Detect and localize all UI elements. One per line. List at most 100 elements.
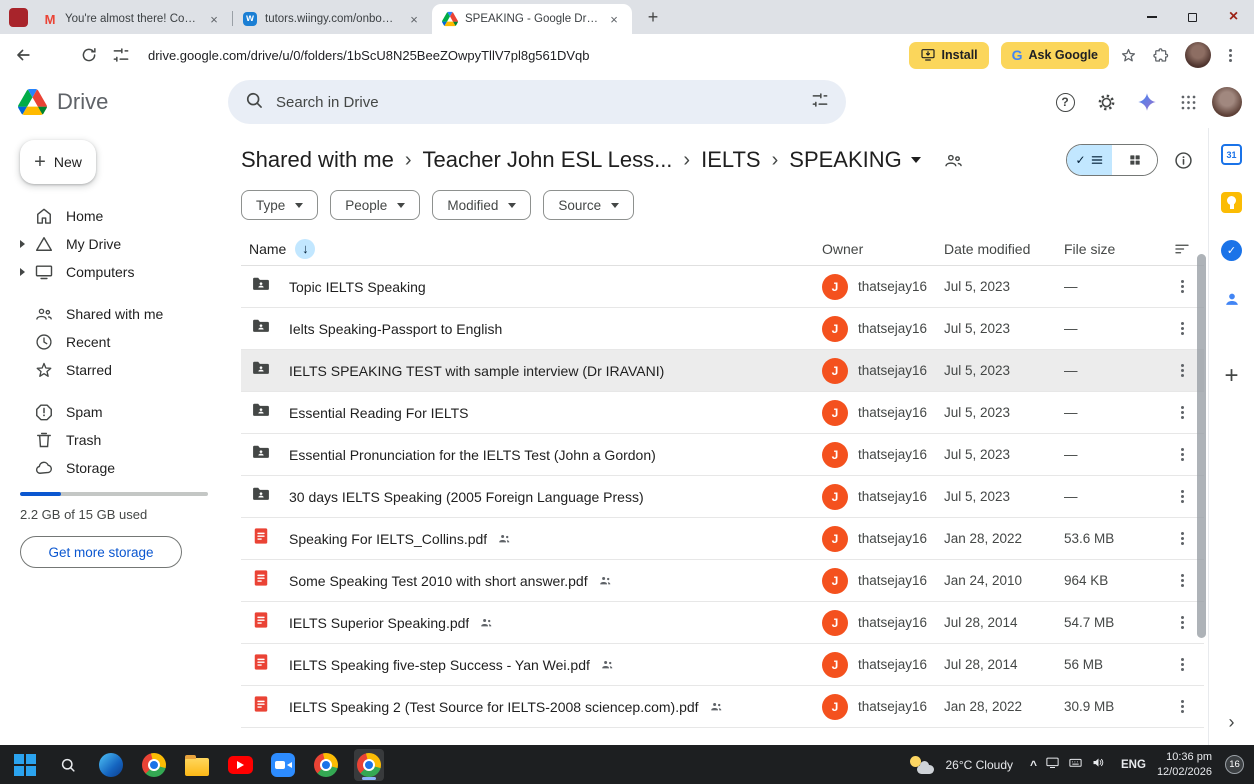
row-menu-icon[interactable] — [1181, 621, 1184, 624]
breadcrumb-item-shared-with-me[interactable]: Shared with me — [241, 147, 394, 173]
sidebar-item-home[interactable]: Home — [0, 202, 228, 230]
column-name[interactable]: Name ↓ — [241, 239, 822, 259]
extensions-icon[interactable] — [1147, 42, 1173, 68]
taskbar-app-youtube[interactable] — [225, 749, 255, 781]
taskbar-app-explorer[interactable] — [182, 749, 212, 781]
file-row[interactable]: IELTS SPEAKING TEST with sample intervie… — [241, 350, 1204, 392]
keep-icon[interactable] — [1221, 192, 1242, 213]
bookmark-star-icon[interactable] — [1115, 42, 1141, 68]
row-menu-icon[interactable] — [1181, 411, 1184, 414]
breadcrumb-item-teacher-john-esl-less[interactable]: Teacher John ESL Less... — [423, 147, 673, 173]
sidebar-item-trash[interactable]: Trash — [0, 426, 228, 454]
taskbar-search-icon[interactable] — [53, 749, 83, 781]
filter-chip-people[interactable]: People — [330, 190, 420, 220]
volume-icon[interactable] — [1091, 755, 1106, 775]
file-row[interactable]: IELTS Speaking five-step Success - Yan W… — [241, 644, 1204, 686]
breadcrumb-item-ielts[interactable]: IELTS — [701, 147, 761, 173]
filter-chip-type[interactable]: Type — [241, 190, 318, 220]
taskbar-app-chrome[interactable] — [311, 749, 341, 781]
calendar-icon[interactable]: 31 — [1221, 144, 1242, 165]
share-members-icon[interactable] — [943, 150, 964, 171]
taskbar-app-edge[interactable] — [96, 749, 126, 781]
start-button[interactable] — [10, 749, 40, 781]
row-menu-icon[interactable] — [1181, 579, 1184, 582]
minimize-button[interactable] — [1131, 0, 1172, 34]
browser-profile-avatar[interactable] — [1185, 42, 1211, 68]
drive-logo-area[interactable]: Drive — [0, 89, 228, 115]
url-bar[interactable]: drive.google.com/drive/u/0/folders/1bScU… — [148, 48, 897, 63]
ask-google-button[interactable]: G Ask Google — [1001, 42, 1109, 69]
taskbar-app-chrome[interactable] — [139, 749, 169, 781]
file-row[interactable]: 30 days IELTS Speaking (2005 Foreign Lan… — [241, 476, 1204, 518]
hidden-icons-chevron[interactable]: ^ — [1030, 758, 1037, 772]
get-more-storage-button[interactable]: Get more storage — [20, 536, 182, 568]
sidebar-item-shared-with-me[interactable]: Shared with me — [0, 300, 228, 328]
search-input[interactable] — [276, 94, 798, 111]
expand-chevron-icon[interactable] — [20, 268, 34, 276]
file-row[interactable]: Topic IELTS SpeakingJthatsejay16Jul 5, 2… — [241, 266, 1204, 308]
filter-chip-source[interactable]: Source — [543, 190, 634, 220]
search-options-icon[interactable] — [810, 90, 830, 115]
notification-badge[interactable]: 16 — [1225, 755, 1244, 774]
column-size[interactable]: File size — [1064, 241, 1160, 257]
sidebar-item-spam[interactable]: Spam — [0, 398, 228, 426]
row-menu-icon[interactable] — [1181, 705, 1184, 708]
row-menu-icon[interactable] — [1181, 663, 1184, 666]
new-button[interactable]: + New — [20, 140, 96, 184]
row-menu-icon[interactable] — [1181, 327, 1184, 330]
browser-tab[interactable]: w tutors.wiingy.com/onboarding × — [232, 4, 432, 34]
gemini-sparkle-icon[interactable] — [1130, 85, 1164, 119]
column-owner[interactable]: Owner — [822, 241, 944, 257]
touch-keyboard-icon[interactable] — [1068, 755, 1083, 775]
column-modified[interactable]: Date modified — [944, 241, 1064, 257]
apps-grid-icon[interactable] — [1171, 85, 1205, 119]
sidebar-item-storage[interactable]: Storage — [0, 454, 228, 482]
cast-icon[interactable] — [1045, 755, 1060, 775]
maximize-button[interactable] — [1172, 0, 1213, 34]
browser-menu-icon[interactable] — [1229, 54, 1232, 57]
site-info-icon[interactable] — [108, 42, 134, 68]
file-row[interactable]: Essential Pronunciation for the IELTS Te… — [241, 434, 1204, 476]
sort-descending-icon[interactable]: ↓ — [295, 239, 315, 259]
details-icon[interactable] — [1173, 150, 1194, 171]
new-tab-button[interactable]: + — [640, 4, 666, 30]
search-bar[interactable] — [228, 80, 846, 124]
tasks-icon[interactable]: ✓ — [1221, 240, 1242, 261]
file-row[interactable]: IELTS Superior Speaking.pdfJthatsejay16J… — [241, 602, 1204, 644]
tab-close-icon[interactable]: × — [406, 11, 422, 27]
contacts-icon[interactable] — [1221, 288, 1242, 309]
collapse-panel-icon[interactable]: › — [1229, 712, 1235, 733]
weather-icon[interactable] — [910, 755, 934, 775]
account-avatar[interactable] — [1212, 87, 1242, 117]
tab-close-icon[interactable]: × — [606, 11, 622, 27]
file-row[interactable]: Speaking For IELTS_Collins.pdfJthatsejay… — [241, 518, 1204, 560]
sidebar-item-my-drive[interactable]: My Drive — [0, 230, 228, 258]
row-menu-icon[interactable] — [1181, 537, 1184, 540]
filter-chip-modified[interactable]: Modified — [432, 190, 531, 220]
file-row[interactable]: Ielts Speaking-Passport to EnglishJthats… — [241, 308, 1204, 350]
browser-tab[interactable]: SPEAKING - Google Drive × — [432, 4, 632, 34]
sidebar-item-computers[interactable]: Computers — [0, 258, 228, 286]
vertical-scrollbar[interactable] — [1197, 254, 1206, 638]
taskbar-app-chrome-active[interactable] — [354, 749, 384, 781]
row-menu-icon[interactable] — [1181, 495, 1184, 498]
language-indicator[interactable]: ENG — [1121, 759, 1146, 771]
browser-tab[interactable]: M You're almost there! Complete × — [32, 4, 232, 34]
reload-icon[interactable] — [76, 42, 102, 68]
file-row[interactable]: Essential Reading For IELTSJthatsejay16J… — [241, 392, 1204, 434]
help-icon[interactable]: ? — [1048, 85, 1082, 119]
sidebar-item-recent[interactable]: Recent — [0, 328, 228, 356]
expand-chevron-icon[interactable] — [20, 240, 34, 248]
clock[interactable]: 10:36 pm 12/02/2026 — [1157, 750, 1212, 779]
taskbar-app-zoom[interactable] — [268, 749, 298, 781]
weather-text[interactable]: 26°C Cloudy — [945, 758, 1013, 772]
install-button[interactable]: Install — [909, 42, 989, 69]
close-button[interactable]: × — [1213, 0, 1254, 34]
back-icon[interactable] — [10, 42, 36, 68]
tab-close-icon[interactable]: × — [206, 11, 222, 27]
row-menu-icon[interactable] — [1181, 285, 1184, 288]
settings-gear-icon[interactable] — [1089, 85, 1123, 119]
grid-view-button[interactable] — [1112, 145, 1157, 175]
file-row[interactable]: IELTS Speaking 2 (Test Source for IELTS-… — [241, 686, 1204, 728]
sidebar-item-starred[interactable]: Starred — [0, 356, 228, 384]
